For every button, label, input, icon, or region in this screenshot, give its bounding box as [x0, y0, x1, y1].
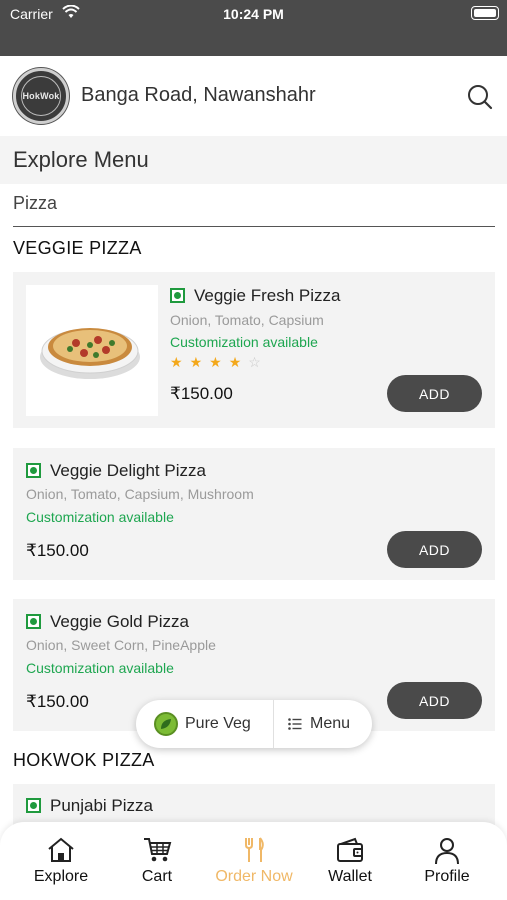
fork-knife-icon	[240, 836, 268, 869]
user-icon	[432, 836, 462, 871]
item-price: ₹150.00	[26, 541, 89, 560]
item-name: Veggie Fresh Pizza	[194, 286, 341, 305]
add-button[interactable]: ADD	[387, 375, 482, 412]
location-label[interactable]: Banga Road, Nawanshahr	[81, 84, 316, 107]
veg-icon	[26, 798, 41, 813]
nav-item-explore[interactable]: Explore	[10, 822, 112, 900]
nav-label: Profile	[424, 868, 470, 885]
brand-logo: HokWok	[13, 68, 69, 124]
star-icon: ★	[209, 354, 229, 370]
category-label: Pizza	[13, 193, 58, 213]
nav-item-wallet[interactable]: Wallet	[300, 822, 400, 900]
item-description: Onion, Sweet Corn, PineApple	[26, 637, 216, 653]
menu-button[interactable]: Menu	[274, 700, 372, 748]
page-title: Explore Menu	[13, 147, 149, 172]
item-description: Onion, Tomato, Capsium, Mushroom	[26, 486, 254, 502]
list-icon	[288, 717, 302, 735]
nav-item-cart[interactable]: Cart	[107, 822, 207, 900]
category-selector[interactable]: Pizza	[13, 190, 495, 227]
status-bar: Carrier 10:24 PM	[0, 0, 507, 56]
rating-stars: ★★★★☆	[170, 354, 268, 371]
logo-text: HokWok	[22, 91, 60, 101]
star-outline-icon: ☆	[248, 354, 268, 370]
cart-icon	[142, 836, 172, 869]
nav-label: Cart	[141, 868, 173, 885]
veg-icon	[26, 614, 41, 629]
pure-veg-label: Pure Veg	[185, 715, 251, 732]
star-icon: ★	[228, 354, 249, 370]
customization-note: Customization available	[170, 334, 318, 350]
pure-veg-toggle[interactable]: Pure Veg	[136, 700, 273, 748]
star-icon: ★	[170, 354, 190, 370]
nav-item-order-now[interactable]: Order Now	[203, 822, 305, 900]
bottom-nav: Explore Cart Order Now Wallet Profile	[0, 822, 507, 900]
app-header: HokWok Banga Road, Nawanshahr	[0, 56, 507, 136]
clock: 10:24 PM	[223, 6, 284, 22]
wallet-icon	[335, 836, 365, 869]
customization-note: Customization available	[26, 509, 174, 525]
menu-item-card[interactable]: Veggie Delight Pizza Onion, Tomato, Caps…	[13, 448, 495, 580]
menu-item-card[interactable]: Veggie Fresh Pizza Onion, Tomato, Capsiu…	[13, 272, 495, 428]
explore-bar: Explore Menu	[0, 136, 507, 184]
item-price: ₹150.00	[26, 692, 89, 711]
pizza-image	[26, 285, 158, 416]
item-name: Veggie Gold Pizza	[50, 612, 189, 631]
customization-note: Customization available	[26, 660, 174, 676]
section-title: HOKWOK PIZZA	[13, 750, 155, 770]
item-name: Veggie Delight Pizza	[50, 461, 206, 480]
nav-label: Order Now	[215, 868, 293, 885]
add-button[interactable]: ADD	[387, 682, 482, 719]
item-description: Onion, Tomato, Capsium	[170, 312, 324, 328]
star-icon: ★	[189, 354, 210, 370]
section-title: VEGGIE PIZZA	[13, 238, 142, 258]
item-name: Punjabi Pizza	[50, 796, 154, 815]
nav-label: Explore	[33, 868, 89, 885]
home-icon	[46, 836, 76, 869]
leaf-icon	[154, 712, 178, 736]
add-button[interactable]: ADD	[387, 531, 482, 568]
veg-icon	[26, 463, 41, 478]
nav-item-profile[interactable]: Profile	[396, 822, 498, 900]
search-icon[interactable]	[465, 82, 495, 112]
veg-icon	[170, 288, 185, 303]
item-price: ₹150.00	[170, 384, 233, 403]
floating-filter-pill: Pure Veg Menu	[136, 700, 372, 748]
battery-icon	[471, 6, 499, 20]
nav-label: Wallet	[328, 868, 372, 885]
menu-label: Menu	[310, 715, 351, 732]
